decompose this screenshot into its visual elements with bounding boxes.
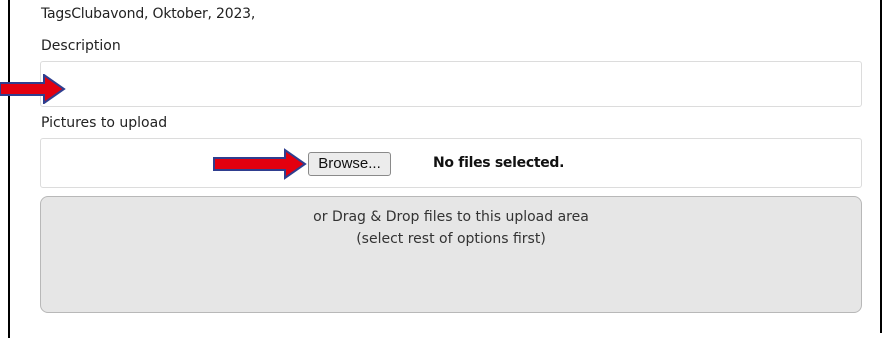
page-frame-right-border (880, 0, 882, 333)
browse-button[interactable]: Browse... (308, 152, 391, 176)
description-label: Description (41, 38, 121, 54)
drag-drop-upload-area[interactable]: or Drag & Drop files to this upload area… (40, 196, 862, 313)
drop-area-note: (select rest of options first) (356, 231, 546, 247)
file-status-text: No files selected. (433, 155, 565, 171)
red-arrow-icon (213, 148, 307, 180)
drop-area-instruction: or Drag & Drop files to this upload area (313, 209, 589, 225)
file-picker: Browse... No files selected. (40, 138, 862, 188)
pictures-to-upload-label: Pictures to upload (41, 115, 168, 131)
red-arrow-icon (0, 74, 66, 104)
description-input[interactable] (40, 61, 862, 107)
tags-text: TagsClubavond, Oktober, 2023, (41, 6, 256, 22)
